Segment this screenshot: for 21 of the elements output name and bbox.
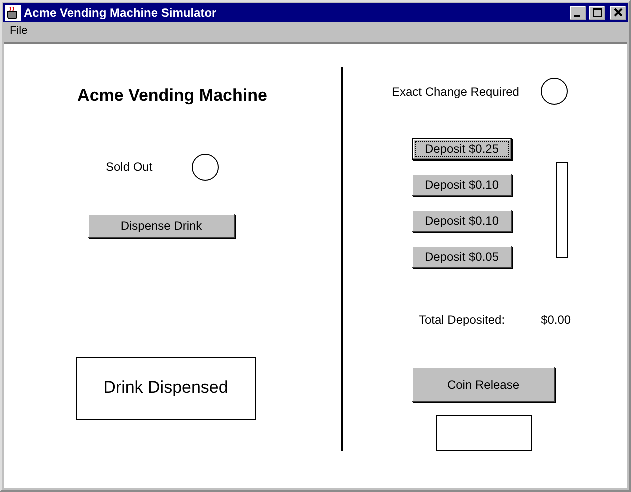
close-button[interactable]	[610, 6, 626, 20]
total-amount: $0.00	[541, 312, 572, 329]
coffee-cup-icon	[5, 4, 21, 20]
dispensed-display: Drink Dispensed	[76, 356, 256, 420]
dispense-button[interactable]: Dispense Drink	[88, 214, 235, 238]
close-icon	[614, 8, 622, 17]
deposit-button[interactable]: Deposit $0.10	[412, 210, 512, 232]
menu-item[interactable]: File	[10, 22, 28, 40]
minimize-icon	[574, 15, 580, 17]
total-label: Total Deposited:	[419, 312, 506, 329]
machine-title: Acme Vending Machine	[76, 85, 268, 107]
maximize-icon	[592, 8, 602, 17]
deposit-button[interactable]: Deposit $0.10	[412, 174, 512, 196]
coin-release-button[interactable]: Coin Release	[412, 367, 555, 402]
deposit-button[interactable]: Deposit $0.25	[412, 138, 512, 160]
window-title: Acme Vending Machine Simulator	[24, 4, 218, 22]
maximize-button[interactable]	[589, 6, 605, 20]
minimize-button[interactable]	[570, 6, 586, 20]
exact-change-label: Exact Change Required	[392, 84, 520, 100]
deposit-button[interactable]: Deposit $0.05	[412, 246, 512, 268]
sold-out-label: Sold Out	[106, 159, 153, 176]
